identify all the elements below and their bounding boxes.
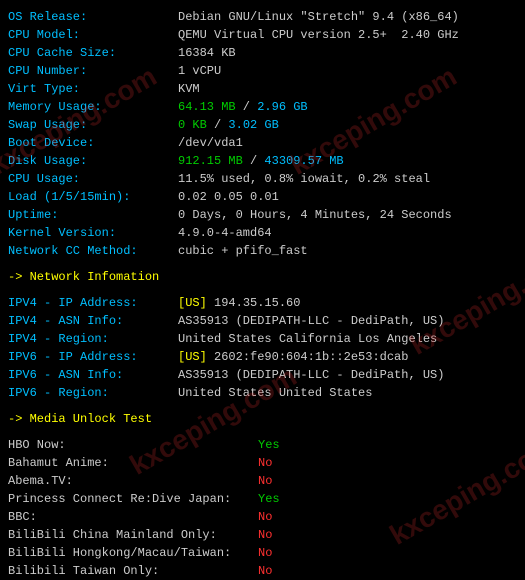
value: Debian GNU/Linux "Stretch" 9.4 (x86_64) <box>178 8 459 26</box>
value: 1 vCPU <box>178 62 221 80</box>
value: United States United States <box>178 384 372 402</box>
media-label: BBC: <box>8 508 258 526</box>
sep: / <box>236 98 258 116</box>
label: Network CC Method: <box>8 242 178 260</box>
disk-total: 43309.57 MB <box>264 152 343 170</box>
media-status: No <box>258 562 272 580</box>
mem-used: 64.13 MB <box>178 98 236 116</box>
value: AS35913 (DEDIPATH-LLC - DediPath, US) <box>178 366 444 384</box>
media-label: BiliBili Hongkong/Macau/Taiwan: <box>8 544 258 562</box>
label: Boot Device: <box>8 134 178 152</box>
row-ipv6-addr: IPV6 - IP Address:[US] 2602:fe90:604:1b:… <box>8 348 517 366</box>
label: CPU Usage: <box>8 170 178 188</box>
label: IPV6 - IP Address: <box>8 348 178 366</box>
value: 2602:fe90:604:1b::2e53:dcab <box>214 348 408 366</box>
mem-total: 2.96 GB <box>257 98 307 116</box>
row-cpu-number: CPU Number:1 vCPU <box>8 62 517 80</box>
media-row: BiliBili Hongkong/Macau/Taiwan:No <box>8 544 517 562</box>
row-uptime: Uptime:0 Days, 0 Hours, 4 Minutes, 24 Se… <box>8 206 517 224</box>
sep: / <box>207 116 229 134</box>
value: AS35913 (DEDIPATH-LLC - DediPath, US) <box>178 312 444 330</box>
row-swap: Swap Usage:0 KB / 3.02 GB <box>8 116 517 134</box>
media-row: HBO Now:Yes <box>8 436 517 454</box>
value: 194.35.15.60 <box>214 294 300 312</box>
media-label: Abema.TV: <box>8 472 258 490</box>
media-row: Bilibili Taiwan Only:No <box>8 562 517 580</box>
label: IPV6 - Region: <box>8 384 178 402</box>
label: Memory Usage: <box>8 98 178 116</box>
value: KVM <box>178 80 200 98</box>
label: IPV4 - ASN Info: <box>8 312 178 330</box>
value: United States California Los Angeles <box>178 330 437 348</box>
terminal-output: OS Release:Debian GNU/Linux "Stretch" 9.… <box>8 8 517 580</box>
row-kernel: Kernel Version:4.9.0-4-amd64 <box>8 224 517 242</box>
media-row: BBC:No <box>8 508 517 526</box>
label: CPU Model: <box>8 26 178 44</box>
value: 0 Days, 0 Hours, 4 Minutes, 24 Seconds <box>178 206 452 224</box>
label: Kernel Version: <box>8 224 178 242</box>
media-label: Bahamut Anime: <box>8 454 258 472</box>
label: IPV6 - ASN Info: <box>8 366 178 384</box>
label: CPU Number: <box>8 62 178 80</box>
swap-used: 0 KB <box>178 116 207 134</box>
network-header: -> Network Infomation <box>8 268 517 286</box>
media-label: HBO Now: <box>8 436 258 454</box>
label: Load (1/5/15min): <box>8 188 178 206</box>
label: Uptime: <box>8 206 178 224</box>
sep: / <box>243 152 265 170</box>
row-cc-method: Network CC Method:cubic + pfifo_fast <box>8 242 517 260</box>
label: CPU Cache Size: <box>8 44 178 62</box>
row-disk: Disk Usage:912.15 MB / 43309.57 MB <box>8 152 517 170</box>
row-boot-device: Boot Device:/dev/vda1 <box>8 134 517 152</box>
cpu-iowait: 0.8% iowait, <box>264 170 358 188</box>
row-ipv6-region: IPV6 - Region:United States United State… <box>8 384 517 402</box>
media-status: No <box>258 526 272 544</box>
row-ipv4-region: IPV4 - Region:United States California L… <box>8 330 517 348</box>
row-ipv4-addr: IPV4 - IP Address:[US] 194.35.15.60 <box>8 294 517 312</box>
label: Swap Usage: <box>8 116 178 134</box>
row-ipv6-asn: IPV6 - ASN Info:AS35913 (DEDIPATH-LLC - … <box>8 366 517 384</box>
label: Disk Usage: <box>8 152 178 170</box>
row-cpu-usage: CPU Usage:11.5% used, 0.8% iowait, 0.2% … <box>8 170 517 188</box>
media-row: Princess Connect Re:Dive Japan:Yes <box>8 490 517 508</box>
value: 16384 KB <box>178 44 236 62</box>
label: IPV4 - IP Address: <box>8 294 178 312</box>
media-row: Bahamut Anime:No <box>8 454 517 472</box>
media-list: HBO Now:YesBahamut Anime:NoAbema.TV:NoPr… <box>8 436 517 580</box>
label: OS Release: <box>8 8 178 26</box>
row-ipv4-asn: IPV4 - ASN Info:AS35913 (DEDIPATH-LLC - … <box>8 312 517 330</box>
row-os-release: OS Release:Debian GNU/Linux "Stretch" 9.… <box>8 8 517 26</box>
value: cubic + pfifo_fast <box>178 242 308 260</box>
media-label: Bilibili Taiwan Only: <box>8 562 258 580</box>
media-row: Abema.TV:No <box>8 472 517 490</box>
media-status: No <box>258 454 272 472</box>
row-cpu-model: CPU Model:QEMU Virtual CPU version 2.5+ … <box>8 26 517 44</box>
row-cpu-cache: CPU Cache Size:16384 KB <box>8 44 517 62</box>
swap-total: 3.02 GB <box>228 116 278 134</box>
media-status: Yes <box>258 490 280 508</box>
media-header: -> Media Unlock Test <box>8 410 517 428</box>
label: Virt Type: <box>8 80 178 98</box>
row-load: Load (1/5/15min):0.02 0.05 0.01 <box>8 188 517 206</box>
cpu-used: 11.5% used, <box>178 170 264 188</box>
country-code: [US] <box>178 348 214 366</box>
country-code: [US] <box>178 294 214 312</box>
value: /dev/vda1 <box>178 134 243 152</box>
media-label: Princess Connect Re:Dive Japan: <box>8 490 258 508</box>
label: IPV4 - Region: <box>8 330 178 348</box>
row-virt-type: Virt Type:KVM <box>8 80 517 98</box>
disk-used: 912.15 MB <box>178 152 243 170</box>
cpu-steal: 0.2% steal <box>358 170 430 188</box>
value: QEMU Virtual CPU version 2.5+ 2.40 GHz <box>178 26 459 44</box>
media-row: BiliBili China Mainland Only:No <box>8 526 517 544</box>
media-status: No <box>258 544 272 562</box>
media-status: No <box>258 472 272 490</box>
value: 0.02 0.05 0.01 <box>178 188 279 206</box>
value: 4.9.0-4-amd64 <box>178 224 272 242</box>
media-status: Yes <box>258 436 280 454</box>
row-memory: Memory Usage:64.13 MB / 2.96 GB <box>8 98 517 116</box>
media-status: No <box>258 508 272 526</box>
media-label: BiliBili China Mainland Only: <box>8 526 258 544</box>
